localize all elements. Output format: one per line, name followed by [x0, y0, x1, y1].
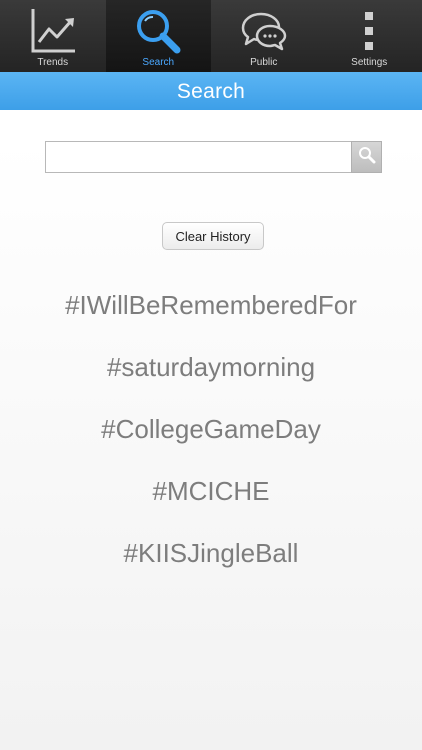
search-icon: [358, 146, 376, 169]
tab-trends-label: Trends: [37, 57, 69, 68]
history-item[interactable]: #IWillBeRememberedFor: [0, 282, 422, 344]
search-input[interactable]: [45, 141, 351, 173]
tab-bar: Trends Search Public Settings: [0, 0, 422, 72]
trend-chart-icon: [29, 7, 77, 55]
clear-history-button[interactable]: Clear History: [162, 222, 264, 250]
vertical-dots-icon: [345, 7, 393, 55]
history-item[interactable]: #CollegeGameDay: [0, 406, 422, 468]
tab-public[interactable]: Public: [211, 0, 317, 72]
chat-bubbles-icon: [240, 7, 288, 55]
history-item[interactable]: #KIISJingleBall: [0, 530, 422, 592]
search-button[interactable]: [351, 141, 382, 173]
page-title: Search: [0, 72, 422, 110]
tab-settings-label: Settings: [351, 57, 388, 68]
tab-search-label: Search: [142, 57, 175, 68]
search-history-list: #IWillBeRememberedFor #saturdaymorning #…: [0, 282, 422, 592]
tab-public-label: Public: [250, 57, 278, 68]
magnifier-icon: [134, 7, 182, 55]
search-bar: [45, 141, 382, 173]
tab-search[interactable]: Search: [105, 0, 211, 72]
tab-settings[interactable]: Settings: [317, 0, 422, 72]
tab-trends[interactable]: Trends: [0, 0, 106, 72]
history-item[interactable]: #saturdaymorning: [0, 344, 422, 406]
history-item[interactable]: #MCICHE: [0, 468, 422, 530]
